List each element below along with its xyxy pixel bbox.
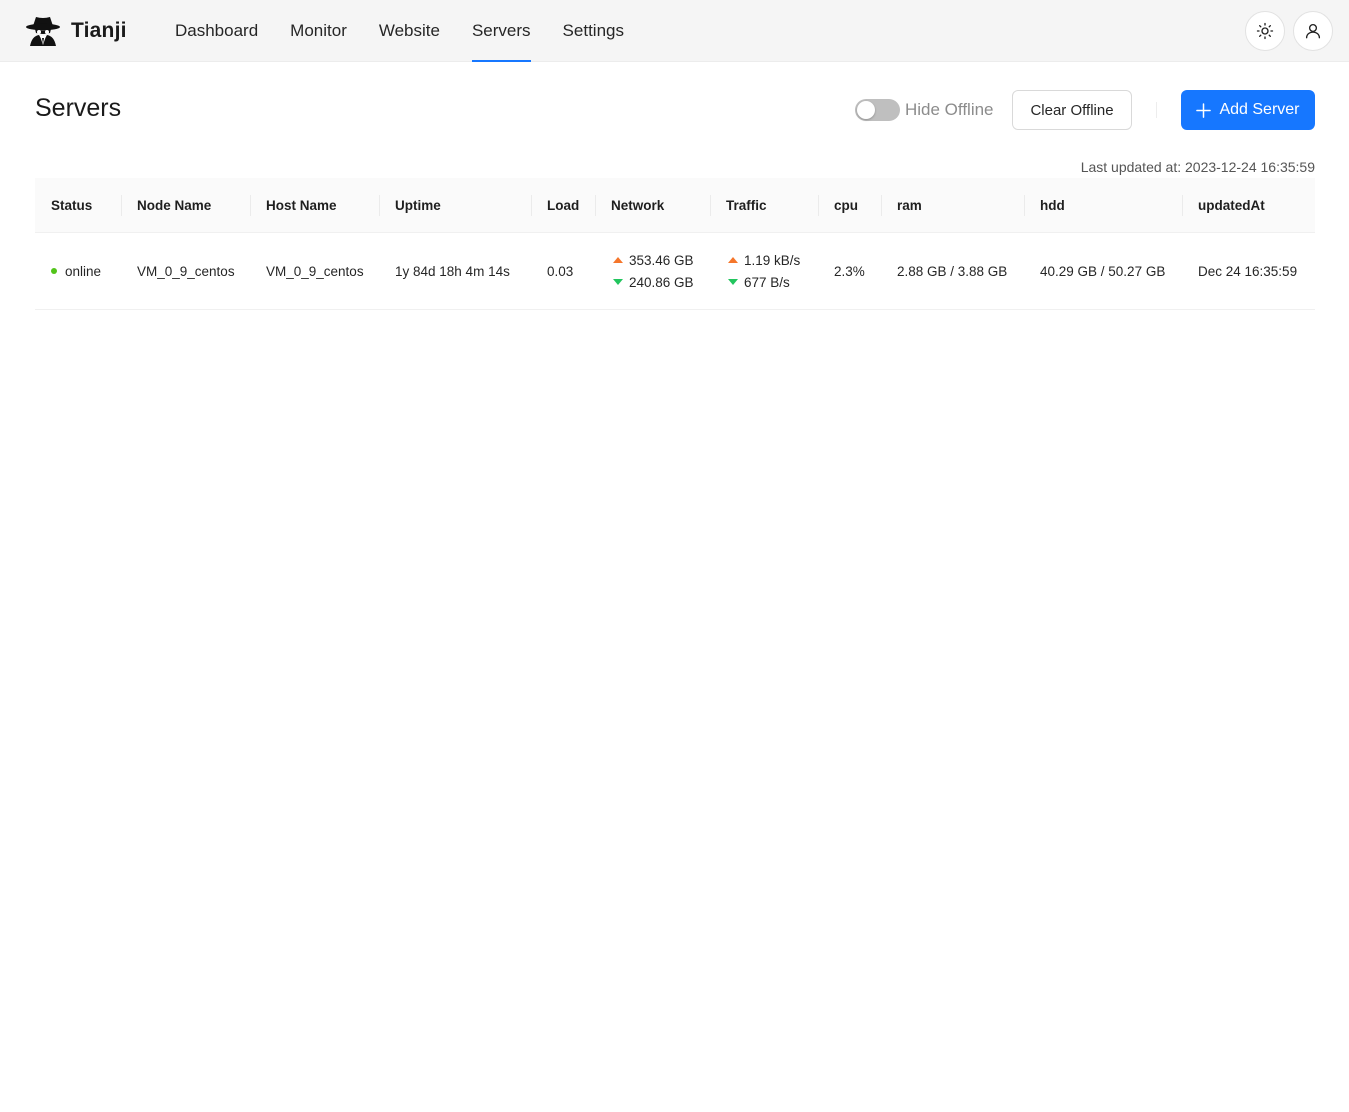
column-header-uptime[interactable]: Uptime: [395, 178, 441, 233]
column-divider: [250, 195, 251, 216]
network-up-value: 353.46 GB: [629, 252, 694, 268]
online-status-dot: [51, 268, 57, 274]
table-header: Status Node Name Host Name Uptime Load N…: [35, 178, 1315, 233]
last-updated-text: Last updated at: 2023-12-24 16:35:59: [1080, 159, 1315, 175]
column-divider: [531, 195, 532, 216]
column-divider: [595, 195, 596, 216]
status-cell: online: [51, 233, 101, 309]
hdd-cell: 40.29 GB / 50.27 GB: [1040, 263, 1166, 279]
column-divider: [710, 195, 711, 216]
load-cell: 0.03: [547, 263, 574, 279]
column-header-host-name[interactable]: Host Name: [266, 178, 337, 233]
column-divider: [1182, 195, 1183, 216]
page-title: Servers: [35, 94, 122, 122]
network-cell: 353.46 GB 240.86 GB: [613, 233, 694, 309]
nav-servers[interactable]: Servers: [456, 0, 547, 62]
user-menu-button[interactable]: [1293, 11, 1333, 51]
uptime-cell: 1y 84d 18h 4m 14s: [395, 263, 510, 279]
nav-monitor[interactable]: Monitor: [274, 0, 363, 62]
main-nav: Dashboard Monitor Website Servers Settin…: [159, 0, 640, 62]
nav-website[interactable]: Website: [363, 0, 456, 62]
app-name: Tianji: [71, 19, 127, 42]
app-logo[interactable]: Tianji: [24, 12, 127, 50]
column-header-updated-at[interactable]: updatedAt: [1198, 178, 1265, 233]
top-navigation-bar: Tianji Dashboard Monitor Website Servers…: [0, 0, 1349, 62]
host-name-cell: VM_0_9_centos: [266, 263, 364, 279]
sun-icon: [1256, 22, 1274, 40]
nav-settings[interactable]: Settings: [547, 0, 640, 62]
updated-at-cell: Dec 24 16:35:59: [1198, 263, 1298, 279]
detective-hat-icon: [26, 17, 60, 46]
switch-knob: [857, 101, 875, 119]
column-header-hdd[interactable]: hdd: [1040, 178, 1065, 233]
column-header-traffic[interactable]: Traffic: [726, 178, 767, 233]
table-row[interactable]: online VM_0_9_centos VM_0_9_centos 1y 84…: [35, 233, 1315, 310]
nav-dashboard[interactable]: Dashboard: [159, 0, 274, 62]
traffic-cell: 1.19 kB/s 677 B/s: [728, 233, 800, 309]
status-text: online: [65, 263, 102, 279]
arrow-up-icon: [613, 257, 623, 263]
column-divider: [121, 195, 122, 216]
arrow-up-icon: [728, 257, 738, 263]
column-divider: [1024, 195, 1025, 216]
servers-table: Status Node Name Host Name Uptime Load N…: [35, 178, 1315, 310]
column-divider: [881, 195, 882, 216]
column-header-cpu[interactable]: cpu: [834, 178, 858, 233]
network-down-value: 240.86 GB: [629, 274, 694, 290]
column-divider: [818, 195, 819, 216]
column-header-network[interactable]: Network: [611, 178, 664, 233]
node-name-cell: VM_0_9_centos: [137, 263, 235, 279]
user-icon: [1305, 23, 1321, 39]
column-header-load[interactable]: Load: [547, 178, 579, 233]
add-server-label: Add Server: [1219, 101, 1300, 118]
column-header-status[interactable]: Status: [51, 178, 92, 233]
column-divider: [379, 195, 380, 216]
clear-offline-button[interactable]: Clear Offline: [1012, 90, 1132, 130]
traffic-down-value: 677 B/s: [744, 274, 790, 290]
hide-offline-label: Hide Offline: [905, 100, 994, 119]
add-server-button[interactable]: Add Server: [1181, 90, 1315, 130]
traffic-up-value: 1.19 kB/s: [744, 252, 801, 268]
theme-toggle-button[interactable]: [1245, 11, 1285, 51]
cpu-cell: 2.3%: [834, 263, 865, 279]
ram-cell: 2.88 GB / 3.88 GB: [897, 263, 1008, 279]
column-header-ram[interactable]: ram: [897, 178, 922, 233]
arrow-down-icon: [613, 279, 623, 285]
divider: [1156, 102, 1157, 118]
column-header-node-name[interactable]: Node Name: [137, 178, 211, 233]
hide-offline-switch[interactable]: [855, 99, 900, 121]
arrow-down-icon: [728, 279, 738, 285]
plus-icon: [1196, 102, 1212, 118]
